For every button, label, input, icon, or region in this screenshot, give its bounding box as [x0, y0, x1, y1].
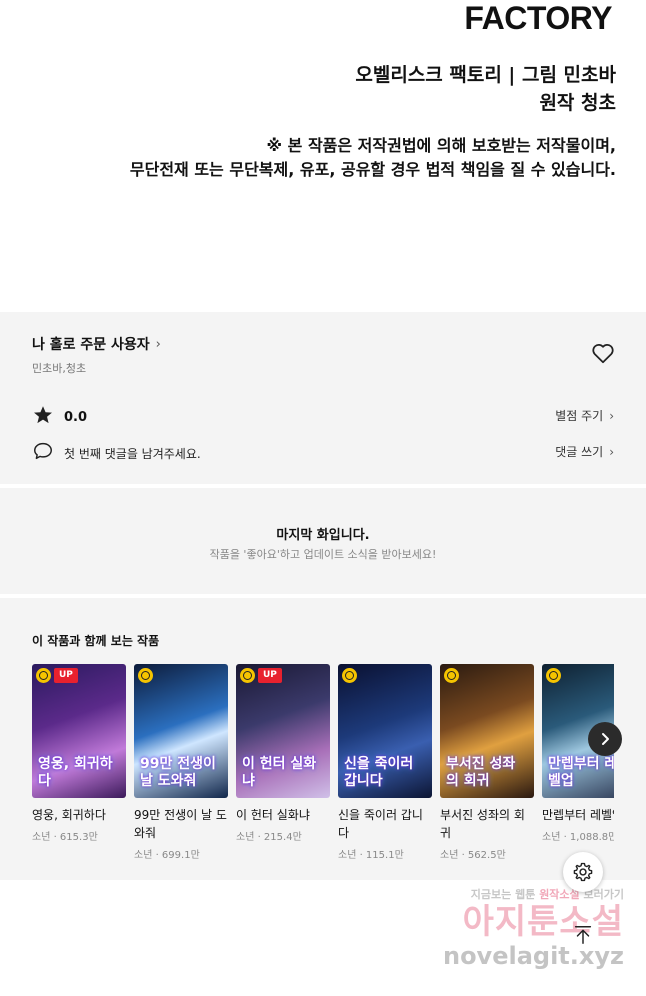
card-title: 99만 전생이 날 도와줘 [134, 808, 227, 840]
chevron-right-icon [602, 733, 609, 745]
cover-title: 신을 죽이러 갑니다 [344, 756, 414, 789]
cover-image: 부서진 성좌의 회귀 [440, 664, 534, 798]
settings-button[interactable] [563, 852, 603, 892]
clock-badge-icon [342, 668, 357, 683]
cover-title: 영웅, 회귀하다 [38, 756, 113, 789]
chevron-right-icon: › [155, 336, 161, 352]
cover-image: UP 이 헌터 실화냐 [236, 664, 330, 798]
work-title: 나 홀로 주문 사용자 [32, 337, 150, 353]
last-episode-subtitle: 작품을 '좋아요'하고 업데이트 소식을 받아보세요! [209, 548, 437, 561]
recommendations-carousel: UP 영웅, 회귀하다 영웅, 회귀하다 소년 · 615.3만 99만 전생이… [32, 664, 614, 874]
rate-button[interactable]: 별점 주기 › [555, 407, 614, 424]
recommendation-card[interactable]: 99만 전생이 날 도와줘 99만 전생이 날 도와줘 소년 · 699.1만 [134, 664, 228, 861]
recommendations-heading: 이 작품과 함께 보는 작품 [32, 634, 160, 648]
card-meta: 소년 · 1,088.8만 [542, 832, 614, 843]
rating-row: 0.0 [32, 404, 87, 430]
credit-studio-artist: 오벨리스크 팩토리 | 그림 민초바 [355, 64, 616, 86]
recommendation-card[interactable]: 신을 죽이러 갑니다 신을 죽이러 갑니다 소년 · 115.1만 [338, 664, 432, 861]
last-episode-panel: 마지막 화입니다. 작품을 '좋아요'하고 업데이트 소식을 받아보세요! [0, 488, 646, 594]
up-badge: UP [54, 668, 78, 683]
copyright-notice-1: ※ 본 작품은 저작권법에 의해 보호받는 저작물이며, [266, 136, 616, 155]
card-title: 부서진 성좌의 회귀 [440, 808, 525, 840]
star-icon [32, 404, 54, 430]
gear-icon [573, 862, 593, 882]
card-meta: 소년 · 562.5만 [440, 850, 506, 861]
card-title: 신을 죽이러 갑니다 [338, 808, 423, 840]
last-episode-title: 마지막 화입니다. [276, 528, 370, 543]
write-comment-button[interactable]: 댓글 쓰기 › [555, 443, 614, 460]
factory-logo: FACTORY [464, 0, 612, 36]
credit-original: 원작 청초 [539, 92, 616, 114]
comment-row: 첫 번째 댓글을 남겨주세요. [32, 440, 201, 466]
clock-badge-icon [36, 668, 51, 683]
copyright-notice-2: 무단전재 또는 무단복제, 유포, 공유할 경우 법적 책임을 질 수 있습니다… [129, 160, 616, 179]
chevron-right-icon: › [609, 444, 614, 459]
clock-badge-icon [138, 668, 153, 683]
card-title: 만렙부터 레벨업 [542, 808, 614, 822]
arrow-up-icon [574, 926, 592, 944]
card-meta: 소년 · 215.4만 [236, 832, 302, 843]
work-info-panel: 나 홀로 주문 사용자 › 민초바,청초 0.0 별점 주기 › 첫 번째 댓글… [0, 312, 646, 484]
credits-section: FACTORY 오벨리스크 팩토리 | 그림 민초바 원작 청초 ※ 본 작품은… [0, 0, 646, 312]
cover-image: 신을 죽이러 갑니다 [338, 664, 432, 798]
carousel-next-button[interactable] [588, 722, 622, 756]
recommendations-panel: 이 작품과 함께 보는 작품 UP 영웅, 회귀하다 영웅, 회귀하다 소년 ·… [0, 598, 646, 880]
clock-badge-icon [444, 668, 459, 683]
rating-value: 0.0 [64, 409, 88, 425]
cover-title: 99만 전생이 날 도와줘 [140, 756, 216, 789]
cover-image: UP 영웅, 회귀하다 [32, 664, 126, 798]
clock-badge-icon [240, 668, 255, 683]
card-meta: 소년 · 115.1만 [338, 850, 404, 861]
work-title-link[interactable]: 나 홀로 주문 사용자 › [32, 334, 161, 354]
up-badge: UP [258, 668, 282, 683]
speech-bubble-icon [32, 440, 54, 466]
card-meta: 소년 · 699.1만 [134, 850, 200, 861]
recommendation-card[interactable]: 부서진 성좌의 회귀 부서진 성좌의 회귀 소년 · 562.5만 [440, 664, 534, 861]
write-comment-label: 댓글 쓰기 [555, 445, 604, 459]
cover-title: 부서진 성좌의 회귀 [446, 756, 516, 789]
rate-button-label: 별점 주기 [555, 409, 604, 423]
clock-badge-icon [546, 668, 561, 683]
scroll-top-button[interactable] [566, 918, 600, 952]
card-title: 이 헌터 실화냐 [236, 808, 310, 822]
recommendation-card[interactable]: UP 이 헌터 실화냐 이 헌터 실화냐 소년 · 215.4만 [236, 664, 330, 843]
card-meta: 소년 · 615.3만 [32, 832, 98, 843]
heart-outline-icon[interactable] [590, 340, 616, 366]
card-title: 영웅, 회귀하다 [32, 808, 106, 822]
comment-prompt: 첫 번째 댓글을 남겨주세요. [64, 446, 201, 461]
chevron-right-icon: › [609, 408, 614, 423]
cover-image: 99만 전생이 날 도와줘 [134, 664, 228, 798]
cover-title: 이 헌터 실화냐 [242, 756, 317, 789]
cover-title: 만렙부터 레벨업 [548, 756, 614, 789]
watermark-line1a: 지금보는 웹툰 [470, 888, 536, 901]
recommendation-card[interactable]: UP 영웅, 회귀하다 영웅, 회귀하다 소년 · 615.3만 [32, 664, 126, 843]
work-authors: 민초바,청초 [32, 362, 87, 375]
